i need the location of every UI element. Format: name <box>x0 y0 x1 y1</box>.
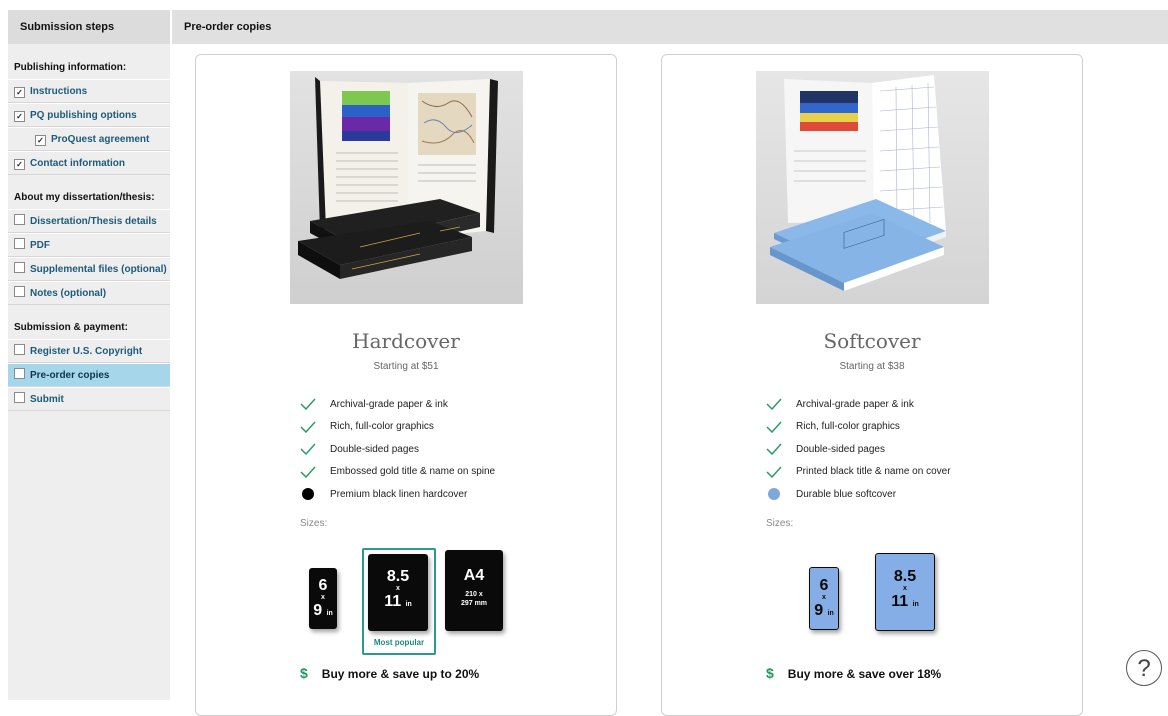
checkmark-icon <box>300 421 316 433</box>
section-submission-payment: Submission & payment: <box>14 322 128 333</box>
hardcover-sizes-label: Sizes: <box>300 518 328 529</box>
checkbox-checked-icon: ✓ <box>14 111 25 122</box>
checkmark-icon <box>766 466 782 478</box>
most-popular-label: Most popular <box>373 638 425 647</box>
checkmark-icon <box>300 466 316 478</box>
hardcover-title: Hardcover <box>352 329 460 353</box>
size-option-a4[interactable]: A4 210 x 297 mm <box>445 550 503 631</box>
checkbox-icon <box>14 238 25 249</box>
feature-item: Archival-grade paper & ink <box>300 393 495 416</box>
feature-item: Premium black linen hardcover <box>300 483 495 506</box>
hardcover-bulk-discount: $ Buy more & save up to 20% <box>300 665 480 681</box>
checkbox-checked-icon: ✓ <box>14 159 25 170</box>
checkbox-icon <box>14 262 25 273</box>
hardcover-card[interactable]: Hardcover Starting at $51 Archival-grade… <box>195 54 617 716</box>
submission-steps-sidebar: Submission steps Publishing information:… <box>8 10 170 700</box>
size-option-6x9[interactable]: 6 x 9 in <box>809 567 839 630</box>
hardcover-feature-list: Archival-grade paper & ink Rich, full-co… <box>300 393 495 506</box>
checkbox-icon <box>14 214 25 225</box>
sidebar-item-register-copyright[interactable]: Register U.S. Copyright <box>8 339 170 363</box>
hardcover-price: Starting at $51 <box>373 361 439 372</box>
sidebar-item-notes[interactable]: Notes (optional) <box>8 281 170 305</box>
checkmark-icon <box>300 443 316 456</box>
sidebar-header: Submission steps <box>8 10 170 44</box>
softcover-price: Starting at $38 <box>839 361 905 372</box>
softcover-feature-list: Archival-grade paper & ink Rich, full-co… <box>766 393 951 506</box>
size-option-8-5x11[interactable]: 8.5 x 11 in <box>875 553 935 631</box>
black-color-dot-icon <box>302 488 314 501</box>
checkbox-icon <box>14 286 25 297</box>
feature-item: Printed black title & name on cover <box>766 461 951 484</box>
question-mark-icon: ? <box>1137 655 1151 682</box>
feature-item: Archival-grade paper & ink <box>766 393 951 416</box>
sidebar-item-dissertation-details[interactable]: Dissertation/Thesis details <box>8 209 170 233</box>
sidebar-item-instructions[interactable]: ✓ Instructions <box>8 79 170 103</box>
feature-item: Double-sided pages <box>766 438 951 461</box>
checkmark-icon <box>766 443 782 456</box>
dollar-icon: $ <box>766 665 774 681</box>
size-option-6x9[interactable]: 6 x 9 in <box>309 568 337 629</box>
sidebar-item-pre-order-copies[interactable]: Pre-order copies <box>8 363 170 387</box>
softcover-bulk-discount: $ Buy more & save over 18% <box>766 665 942 681</box>
softcover-sizes-label: Sizes: <box>766 518 794 529</box>
checkmark-icon <box>300 398 316 411</box>
feature-item: Double-sided pages <box>300 438 495 461</box>
size-option-8-5x11[interactable]: 8.5 x 11 in <box>368 554 428 631</box>
checkbox-icon <box>14 368 25 379</box>
checkmark-icon <box>766 398 782 411</box>
checkbox-checked-icon: ✓ <box>14 87 25 98</box>
sidebar-item-contact-information[interactable]: ✓ Contact information <box>8 151 170 175</box>
blue-color-dot-icon <box>768 488 780 501</box>
softcover-card[interactable]: Softcover Starting at $38 Archival-grade… <box>661 54 1083 716</box>
feature-item: Embossed gold title & name on spine <box>300 461 495 484</box>
feature-item: Rich, full-color graphics <box>300 416 495 439</box>
sidebar-item-pq-publishing-options[interactable]: ✓ PQ publishing options <box>8 103 170 127</box>
page-title: Pre-order copies <box>172 10 1168 44</box>
section-publishing-information: Publishing information: <box>14 62 127 73</box>
checkbox-icon <box>14 344 25 355</box>
checkmark-icon <box>766 421 782 433</box>
sidebar-item-submit[interactable]: Submit <box>8 387 170 411</box>
sidebar-item-proquest-agreement[interactable]: ✓ ProQuest agreement <box>8 127 170 151</box>
sidebar-item-supplemental-files[interactable]: Supplemental files (optional) <box>8 257 170 281</box>
section-about-dissertation: About my dissertation/thesis: <box>14 192 155 203</box>
feature-item: Rich, full-color graphics <box>766 416 951 439</box>
checkbox-checked-icon: ✓ <box>35 135 46 146</box>
dollar-icon: $ <box>300 665 308 681</box>
softcover-title: Softcover <box>823 329 921 353</box>
feature-item: Durable blue softcover <box>766 483 951 506</box>
checkbox-icon <box>14 392 25 403</box>
hardcover-product-image <box>290 71 523 304</box>
help-button[interactable]: ? <box>1126 650 1162 686</box>
softcover-product-image <box>756 71 989 304</box>
sidebar-item-pdf[interactable]: PDF <box>8 233 170 257</box>
